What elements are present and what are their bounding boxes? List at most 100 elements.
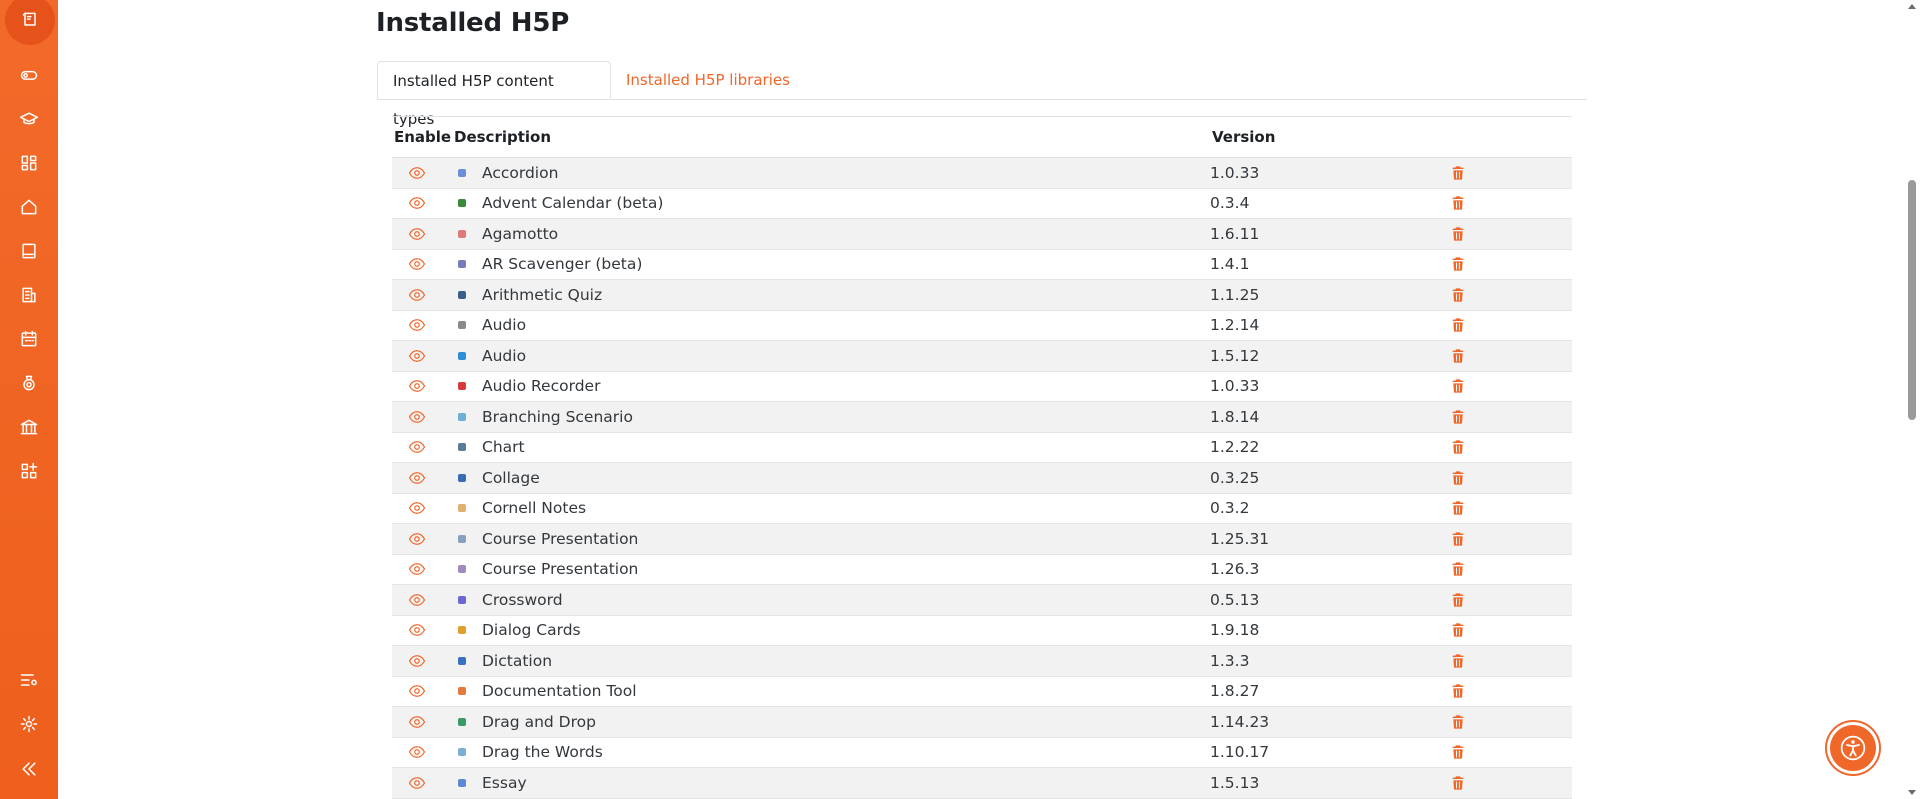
eye-icon[interactable] <box>392 347 442 365</box>
table-row: Audio 1.2.14 <box>392 310 1572 341</box>
badge-icon[interactable] <box>17 371 41 395</box>
settings-list-icon[interactable] <box>17 668 41 692</box>
tab-libraries[interactable]: Installed H5P libraries <box>611 61 805 99</box>
content-type-name: Drag and Drop <box>482 712 596 731</box>
scroll-down-arrow-icon[interactable] <box>1908 790 1916 795</box>
content-type-name: Collage <box>482 468 540 487</box>
content-type-icon <box>458 778 466 787</box>
eye-icon[interactable] <box>392 743 442 761</box>
content-type-name: Arithmetic Quiz <box>482 285 603 304</box>
eye-icon[interactable] <box>392 225 442 243</box>
eye-icon[interactable] <box>392 713 442 731</box>
collapse-icon[interactable] <box>17 757 41 781</box>
scroll-up-arrow-icon[interactable] <box>1908 4 1916 9</box>
description-cell: Advent Calendar (beta) <box>452 194 1210 212</box>
scroll-thumb[interactable] <box>1908 180 1916 420</box>
trash-icon[interactable] <box>1450 653 1572 669</box>
reports-icon[interactable] <box>17 283 41 307</box>
version-cell: 1.2.14 <box>1210 310 1450 341</box>
trash-icon[interactable] <box>1450 439 1572 455</box>
eye-icon[interactable] <box>392 469 442 487</box>
book-icon[interactable] <box>17 239 41 263</box>
content-type-name: Crossword <box>482 590 563 609</box>
eye-icon[interactable] <box>392 377 442 395</box>
trash-icon[interactable] <box>1450 348 1572 364</box>
content-type-name: Essay <box>482 773 527 792</box>
table-row: Course Presentation 1.25.31 <box>392 523 1572 555</box>
version-cell: 1.6.11 <box>1210 218 1450 250</box>
version-cell: 1.0.33 <box>1210 371 1450 402</box>
header-version: Version <box>1210 117 1450 158</box>
trash-icon[interactable] <box>1450 470 1572 486</box>
trash-icon[interactable] <box>1450 592 1572 608</box>
table-row: Essay 1.5.13 <box>392 767 1572 799</box>
trash-icon[interactable] <box>1450 226 1572 242</box>
tab-content-types[interactable]: Installed H5P content types <box>377 61 611 128</box>
accessibility-icon <box>1840 735 1866 761</box>
content-type-icon <box>458 382 466 391</box>
trash-icon[interactable] <box>1450 378 1572 394</box>
header-actions <box>1450 117 1572 158</box>
content-bank-icon[interactable] <box>5 0 55 45</box>
page-scrollbar[interactable] <box>1905 0 1920 799</box>
description-cell: AR Scavenger (beta) <box>452 255 1210 273</box>
trash-icon[interactable] <box>1450 317 1572 333</box>
eye-icon[interactable] <box>392 194 442 212</box>
trash-icon[interactable] <box>1450 683 1572 699</box>
eye-icon[interactable] <box>392 591 442 609</box>
content-type-name: Accordion <box>482 163 559 182</box>
description-cell: Audio Recorder <box>452 377 1210 395</box>
table-row: Branching Scenario 1.8.14 <box>392 401 1572 433</box>
table-row: Crossword 0.5.13 <box>392 584 1572 616</box>
content-type-name: Branching Scenario <box>482 407 633 426</box>
eye-icon[interactable] <box>392 560 442 578</box>
trash-icon[interactable] <box>1450 195 1572 211</box>
version-cell: 0.3.25 <box>1210 462 1450 494</box>
content-type-name: Audio <box>482 346 527 365</box>
graduation-cap-icon[interactable] <box>17 107 41 131</box>
trash-icon[interactable] <box>1450 165 1572 181</box>
eye-icon[interactable] <box>392 621 442 639</box>
eye-icon[interactable] <box>392 408 442 426</box>
trash-icon[interactable] <box>1450 775 1572 791</box>
gear-icon[interactable] <box>17 712 41 736</box>
version-cell: 0.3.2 <box>1210 493 1450 524</box>
trash-icon[interactable] <box>1450 744 1572 760</box>
eye-icon[interactable] <box>392 316 442 334</box>
dashboard-grid-icon[interactable] <box>17 151 41 175</box>
trash-icon[interactable] <box>1450 287 1572 303</box>
eye-icon[interactable] <box>392 499 442 517</box>
trash-icon[interactable] <box>1450 622 1572 638</box>
eye-icon[interactable] <box>392 164 442 182</box>
eye-icon[interactable] <box>392 682 442 700</box>
description-cell: Audio <box>452 347 1210 365</box>
toggle-icon[interactable] <box>17 63 41 87</box>
eye-icon[interactable] <box>392 286 442 304</box>
home-icon[interactable] <box>17 195 41 219</box>
trash-icon[interactable] <box>1450 531 1572 547</box>
content-types-table: Enable Description Version Accordion 1.0.… <box>392 116 1572 799</box>
accessibility-button[interactable] <box>1830 725 1876 771</box>
calendar-icon[interactable] <box>17 327 41 351</box>
trash-icon[interactable] <box>1450 714 1572 730</box>
eye-icon[interactable] <box>392 530 442 548</box>
table-row: Cornell Notes 0.3.2 <box>392 493 1572 524</box>
content-type-name: Dictation <box>482 651 553 670</box>
description-cell: Dialog Cards <box>452 621 1210 639</box>
sidebar <box>0 0 58 799</box>
eye-icon[interactable] <box>392 438 442 456</box>
institution-icon[interactable] <box>17 415 41 439</box>
description-cell: Essay <box>452 774 1210 792</box>
trash-icon[interactable] <box>1450 500 1572 516</box>
apps-icon[interactable] <box>17 459 41 483</box>
eye-icon[interactable] <box>392 652 442 670</box>
trash-icon[interactable] <box>1450 561 1572 577</box>
trash-icon[interactable] <box>1450 409 1572 425</box>
content-type-icon <box>458 687 466 696</box>
description-cell: Chart <box>452 438 1210 456</box>
eye-icon[interactable] <box>392 255 442 273</box>
table-row: Collage 0.3.25 <box>392 462 1572 494</box>
trash-icon[interactable] <box>1450 256 1572 272</box>
page-title: Installed H5P <box>376 8 570 38</box>
eye-icon[interactable] <box>392 774 442 792</box>
